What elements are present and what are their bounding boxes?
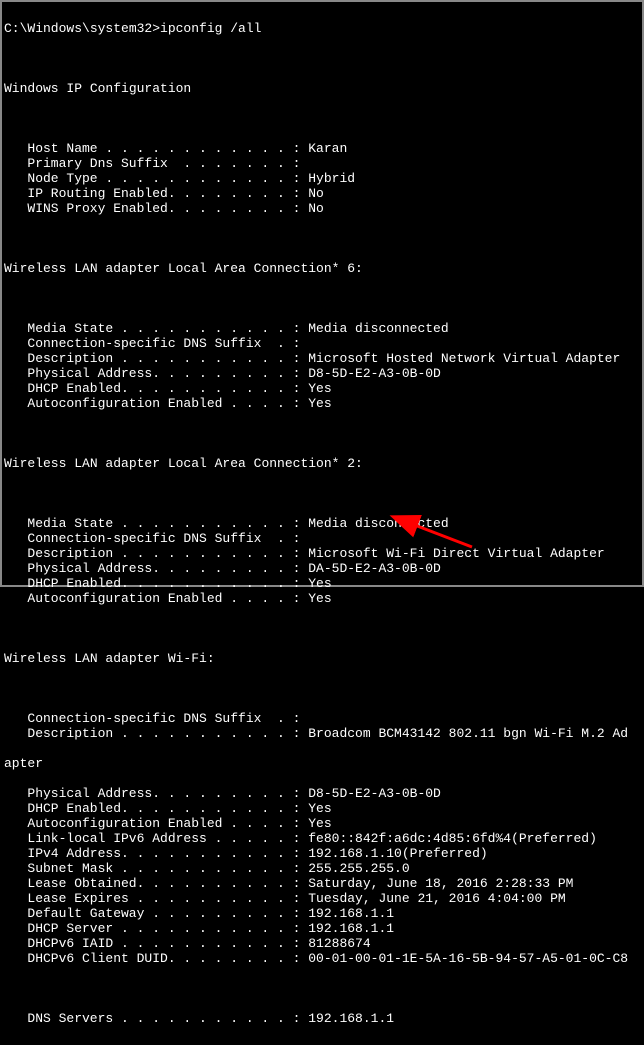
config-row: Autoconfiguration Enabled . . . . : Yes xyxy=(4,396,640,411)
section-header: Windows IP Configuration xyxy=(4,81,640,96)
config-row: Description . . . . . . . . . . . : Micr… xyxy=(4,546,640,561)
command-prompt: C:\Windows\system32>ipconfig /all xyxy=(4,21,640,36)
config-row: DHCP Enabled. . . . . . . . . . . : Yes xyxy=(4,576,640,591)
adapter-title: Wireless LAN adapter Local Area Connecti… xyxy=(4,456,640,471)
config-row: IP Routing Enabled. . . . . . . . : No xyxy=(4,186,640,201)
adapter-title: Wireless LAN adapter Local Area Connecti… xyxy=(4,261,640,276)
config-row: Media State . . . . . . . . . . . : Medi… xyxy=(4,516,640,531)
terminal-output: C:\Windows\system32>ipconfig /all Window… xyxy=(2,2,642,1045)
config-row: Lease Expires . . . . . . . . . . : Tues… xyxy=(4,891,640,906)
config-row: Default Gateway . . . . . . . . . : 192.… xyxy=(4,906,640,921)
config-row: Description . . . . . . . . . . . : Micr… xyxy=(4,351,640,366)
config-row: Autoconfiguration Enabled . . . . : Yes xyxy=(4,591,640,606)
config-row: Link-local IPv6 Address . . . . . : fe80… xyxy=(4,831,640,846)
config-row: Primary Dns Suffix . . . . . . . : xyxy=(4,156,640,171)
config-row: DHCP Enabled. . . . . . . . . . . : Yes xyxy=(4,801,640,816)
config-row: Host Name . . . . . . . . . . . . : Kara… xyxy=(4,141,640,156)
config-row: Lease Obtained. . . . . . . . . . : Satu… xyxy=(4,876,640,891)
config-row: DHCPv6 Client DUID. . . . . . . . : 00-0… xyxy=(4,951,640,966)
config-row: DHCPv6 IAID . . . . . . . . . . . : 8128… xyxy=(4,936,640,951)
config-row: Physical Address. . . . . . . . . : DA-5… xyxy=(4,561,640,576)
adapter-title: Wireless LAN adapter Wi-Fi: xyxy=(4,651,640,666)
config-row: DHCP Server . . . . . . . . . . . : 192.… xyxy=(4,921,640,936)
config-row: WINS Proxy Enabled. . . . . . . . : No xyxy=(4,201,640,216)
wrapped-text: apter xyxy=(4,756,640,771)
config-row: DNS Servers . . . . . . . . . . . : 192.… xyxy=(4,1011,640,1026)
config-row: DHCP Enabled. . . . . . . . . . . : Yes xyxy=(4,381,640,396)
config-row: IPv4 Address. . . . . . . . . . . : 192.… xyxy=(4,846,640,861)
config-row: Media State . . . . . . . . . . . : Medi… xyxy=(4,321,640,336)
config-row: Physical Address. . . . . . . . . : D8-5… xyxy=(4,366,640,381)
config-row: Connection-specific DNS Suffix . : xyxy=(4,711,640,726)
config-row: Autoconfiguration Enabled . . . . : Yes xyxy=(4,816,640,831)
config-row: Description . . . . . . . . . . . : Broa… xyxy=(4,726,640,741)
config-row: Connection-specific DNS Suffix . : xyxy=(4,336,640,351)
config-row: Physical Address. . . . . . . . . : D8-5… xyxy=(4,786,640,801)
config-row: Connection-specific DNS Suffix . : xyxy=(4,531,640,546)
config-row: Subnet Mask . . . . . . . . . . . : 255.… xyxy=(4,861,640,876)
config-row: Node Type . . . . . . . . . . . . : Hybr… xyxy=(4,171,640,186)
